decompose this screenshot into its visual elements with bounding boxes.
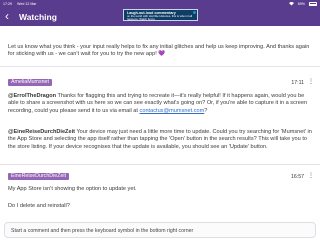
ad-banner[interactable]: Laugh-out-loud commentary on the world w… [123,9,198,21]
divider [0,164,320,165]
message-paragraph: @EineReiseDurchDieZeit Your device may j… [8,129,314,151]
mention[interactable]: @ErrolTheDragon [8,93,56,99]
username-badge[interactable]: AmeliaMumsnet [8,79,52,86]
wifi-icon [288,2,294,6]
thread-content: Let us know what you think - your input … [0,26,320,216]
post-time: 16:57 [291,174,304,180]
more-options-icon[interactable]: ⋮ [308,79,314,85]
message-body: Let us know what you think - your input … [8,44,310,58]
comment-placeholder: Start a comment and then press the keybo… [11,228,194,234]
message-paragraph: Do I delete and reinstall? [8,203,70,209]
status-time: 17:29 [3,2,12,6]
status-bar: 17:29 Wed 12 Mar 69% [0,0,320,8]
email-link[interactable]: contactus@mumsnet.com [140,108,205,114]
ad-body: on the world with Horrible Histories, th… [127,13,193,22]
ad-text: Laugh-out-loud commentary on the world w… [127,11,194,22]
comment-input[interactable]: Start a comment and then press the keybo… [4,222,316,238]
mention[interactable]: @EineReiseDurchDieZeit [8,129,75,135]
battery-percent: 69% [297,2,305,6]
message-paragraph: @ErrolTheDragon Thanks for flagging this… [8,93,314,115]
message-paragraph: My App Store isn't showing the option to… [8,186,137,192]
back-chevron-icon[interactable]: ‹ [5,10,9,22]
more-options-icon[interactable]: ⋮ [308,173,314,179]
divider [0,66,320,67]
page-title: Watching [19,11,57,22]
paragraph-end: ? [204,107,208,114]
username-badge[interactable]: EineReiseDurchDieZeit [8,173,70,180]
battery-icon [309,2,317,6]
post-time: 17:11 [291,80,304,86]
status-date: Wed 12 Mar [17,2,37,6]
